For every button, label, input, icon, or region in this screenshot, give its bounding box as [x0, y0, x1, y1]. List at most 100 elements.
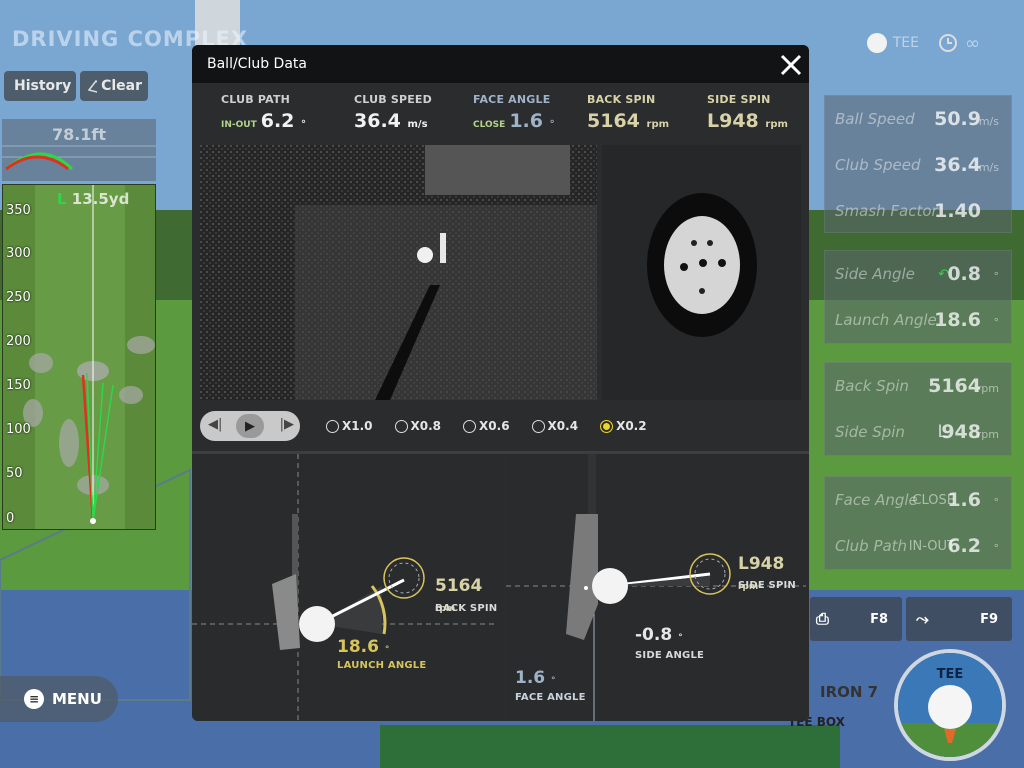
- side-view-panel: L948 rpm SIDE SPIN -0.8 ° SIDE ANGLE 1.6…: [506, 454, 809, 721]
- current-club: IRON 7: [820, 683, 879, 701]
- metric-label: CLUB SPEED: [354, 93, 432, 106]
- metric-label: BACK SPIN: [587, 93, 656, 106]
- lateral-direction: L: [57, 190, 67, 208]
- metric-value-wrap: IN-OUT 6.2 °: [221, 110, 306, 132]
- map-tick: 100: [6, 422, 31, 437]
- speed-label: X0.6: [479, 419, 510, 433]
- tee-button[interactable]: TEE: [894, 649, 1006, 761]
- playback-bar: ◀| ▶ |▶: [200, 411, 300, 441]
- stat-club-path: Club Path IN-OUT 6.2 °: [825, 523, 1011, 569]
- launch-angle-value: 18.6: [337, 637, 379, 657]
- stat-label: Ball Speed: [835, 110, 915, 128]
- stat-unit: °: [993, 269, 1000, 283]
- map-tick: 200: [6, 334, 31, 349]
- metric-face-angle: FACE ANGLE CLOSE 1.6 °: [473, 93, 555, 132]
- stat-smash-factor: Smash Factor 1.40: [825, 188, 1011, 234]
- stat-unit: °: [993, 541, 1000, 555]
- close-icon[interactable]: [778, 52, 804, 78]
- clear-button[interactable]: Clear: [80, 71, 148, 101]
- lateral-value: 13.5yd: [71, 190, 130, 208]
- launch-view-panel: 5164 rpm BACK SPIN 18.6 ° LAUNCH ANGLE: [192, 454, 503, 721]
- launch-angle-label: LAUNCH ANGLE: [337, 660, 427, 671]
- history-button[interactable]: History: [4, 71, 76, 101]
- metric-unit: rpm: [765, 119, 788, 130]
- tee-label: TEE: [936, 667, 964, 682]
- speed-option-x0-8[interactable]: X0.8: [394, 419, 442, 433]
- next-frame-icon[interactable]: |▶: [280, 417, 294, 432]
- speed-label: X1.0: [342, 419, 373, 433]
- stat-label: Club Path: [835, 537, 908, 555]
- speed-option-x0-4[interactable]: X0.4: [531, 419, 579, 433]
- shot-map[interactable]: L 13.5yd 350 300 250 200 150 100 50 0: [2, 184, 156, 530]
- stat-side-spin: Side Spin L 948 rpm: [825, 409, 1011, 455]
- metric-value-wrap: CLOSE 1.6 °: [473, 110, 555, 132]
- stat-value: 0.8: [947, 263, 981, 285]
- map-tick: 250: [6, 290, 31, 305]
- infinity-label: ∞: [965, 32, 980, 54]
- metric-value: 36.4: [354, 110, 401, 132]
- timer-status[interactable]: ∞: [937, 32, 980, 54]
- speed-option-x0-6[interactable]: X0.6: [463, 419, 510, 433]
- back-spin-value: 5164: [435, 576, 483, 596]
- stat-value: 1.40: [934, 200, 981, 222]
- ball-closeup-view: [602, 145, 801, 400]
- launch-angle-unit: °: [384, 645, 390, 655]
- metric-value: 5164: [587, 110, 640, 132]
- launch-angle: 18.6 °: [337, 637, 389, 657]
- stat-value: 18.6: [934, 309, 981, 331]
- stat-face-angle: Face Angle CLOSE 1.6 °: [825, 477, 1011, 523]
- speed-option-x0-2[interactable]: X0.2: [600, 419, 647, 433]
- stat-label: Launch Angle: [835, 311, 937, 329]
- stat-value: 50.9: [934, 108, 981, 130]
- metric-back-spin: BACK SPIN 5164 rpm: [587, 93, 669, 132]
- eraser-icon: [87, 79, 98, 93]
- f9-label: F9: [980, 611, 998, 627]
- map-tick: 150: [6, 378, 31, 393]
- metric-unit: °: [301, 119, 307, 130]
- radio-selected-icon: [600, 419, 614, 433]
- map-tick: 350: [6, 203, 31, 218]
- side-angle-value: -0.8: [635, 625, 673, 645]
- face-angle-unit: °: [551, 676, 556, 686]
- previous-frame-icon[interactable]: ◀|: [208, 417, 222, 432]
- ball-status: TEE: [866, 33, 919, 53]
- playback-controls: ◀| ▶ |▶ X1.0 X0.8 X0.6 X0.4 X0.2: [200, 411, 800, 441]
- f9-button[interactable]: ⤳ F9: [906, 597, 1012, 641]
- impact-camera-view: [200, 145, 597, 400]
- face-angle-value: 1.6: [515, 668, 546, 688]
- timer-icon: [939, 34, 957, 52]
- stat-value: 6.2: [947, 535, 981, 557]
- lateral-distance: L 13.5yd: [57, 190, 129, 208]
- stat-label: Smash Factor: [835, 202, 938, 220]
- metric-value-wrap: L948 rpm: [707, 110, 788, 132]
- menu-icon: ≡: [24, 689, 44, 709]
- back-spin-label: BACK SPIN: [435, 603, 498, 614]
- radio-icon: [394, 419, 408, 433]
- map-tick: 0: [6, 511, 15, 526]
- menu-button[interactable]: ≡ MENU: [0, 676, 118, 722]
- stat-label: Side Spin: [835, 423, 905, 441]
- metric-club-path: CLUB PATH IN-OUT 6.2 °: [221, 93, 306, 132]
- stat-unit: rpm: [976, 427, 999, 441]
- speed-option-x1-0[interactable]: X1.0: [326, 419, 373, 433]
- carry-distance-panel: 78.1ft: [2, 119, 156, 181]
- stat-launch-angle: Launch Angle 18.6 °: [825, 297, 1011, 343]
- face-angle-label: FACE ANGLE: [515, 692, 586, 703]
- play-icon[interactable]: ▶: [236, 414, 264, 438]
- speed-label: X0.4: [547, 419, 579, 433]
- metrics-bar: CLUB PATH IN-OUT 6.2 ° CLUB SPEED 36.4 m/…: [192, 93, 809, 141]
- map-tick: 50: [6, 466, 23, 481]
- golf-ball-icon: [866, 33, 887, 53]
- camera-frame: [200, 145, 597, 400]
- side-spin-value: L948: [738, 554, 785, 574]
- stat-value: 36.4: [934, 154, 981, 176]
- spin-stats-panel: Back Spin 5164 rpm Side Spin L 948 rpm: [824, 362, 1012, 456]
- history-label: History: [14, 78, 72, 94]
- map-tick: 300: [6, 246, 31, 261]
- speed-label: X0.8: [410, 419, 442, 433]
- stat-label: Side Angle: [835, 265, 915, 283]
- metric-direction: CLOSE: [473, 120, 506, 130]
- f8-button[interactable]: ⎙ F8: [810, 597, 902, 641]
- stat-ball-speed: Ball Speed 50.9 m/s: [825, 96, 1011, 142]
- side-angle-unit: °: [678, 633, 683, 643]
